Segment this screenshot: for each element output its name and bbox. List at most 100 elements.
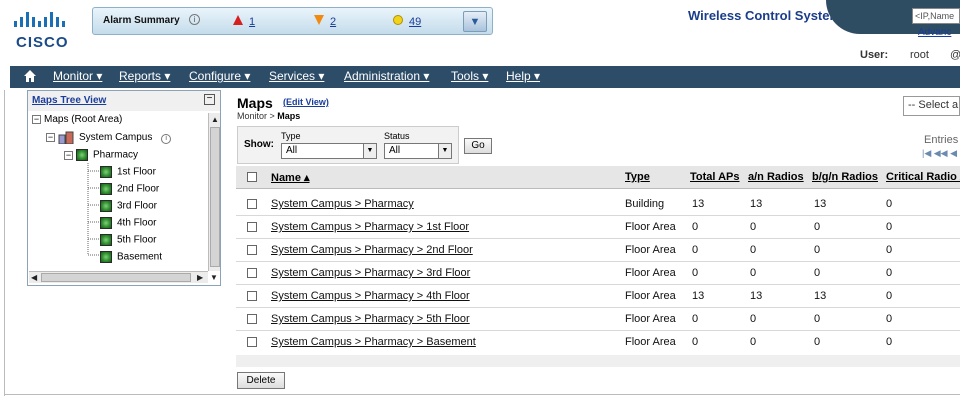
alarm-summary-bar[interactable]: Alarm Summary i 1 2 49 ▼ xyxy=(92,7,493,35)
total-aps: 0 xyxy=(692,244,699,256)
chevron-down-icon[interactable]: ▼ xyxy=(363,144,376,158)
map-name-link[interactable]: System Campus > Pharmacy > 5th Floor xyxy=(271,313,470,325)
table-header-row: Name ▴ Type Total APs a/n Radios b/g/n R… xyxy=(236,166,960,189)
scroll-up-icon[interactable]: ▲ xyxy=(211,115,219,124)
scroll-thumb[interactable] xyxy=(210,127,220,267)
maps-table: Name ▴ Type Total APs a/n Radios b/g/n R… xyxy=(236,166,960,356)
floor-status-icon xyxy=(100,217,112,229)
filter-panel: Show: Type Status All ▼ All ▼ xyxy=(237,126,459,164)
critical-alarm[interactable]: 1 xyxy=(233,15,255,28)
tree-expand-icon[interactable]: − xyxy=(46,133,55,142)
row-checkbox[interactable] xyxy=(247,291,257,301)
type-filter-select[interactable]: All ▼ xyxy=(281,143,377,159)
row-checkbox[interactable] xyxy=(247,268,257,278)
row-checkbox[interactable] xyxy=(247,199,257,209)
tree-node-floor[interactable]: Basement xyxy=(100,251,162,263)
select-all-checkbox[interactable] xyxy=(247,172,257,182)
scroll-left-icon[interactable]: ◀ xyxy=(31,273,37,282)
map-type: Floor Area xyxy=(625,290,676,302)
tree-node-label: 1st Floor xyxy=(117,166,156,178)
row-checkbox[interactable] xyxy=(247,314,257,324)
status-filter-select[interactable]: All ▼ xyxy=(384,143,452,159)
major-alarm-count[interactable]: 2 xyxy=(330,16,336,28)
column-header-critical-radio[interactable]: Critical Radio A xyxy=(886,171,960,183)
column-header-name[interactable]: Name ▴ xyxy=(271,171,310,184)
page-title: Maps xyxy=(237,95,273,111)
column-header-total-aps[interactable]: Total APs xyxy=(690,171,740,183)
scroll-right-icon[interactable]: ▶ xyxy=(197,273,203,282)
tree-node-floor[interactable]: 3rd Floor xyxy=(100,200,157,212)
map-type: Floor Area xyxy=(625,244,676,256)
go-button[interactable]: Go xyxy=(464,138,492,154)
an-radios: 0 xyxy=(750,221,757,233)
delete-button[interactable]: Delete xyxy=(237,372,285,389)
tree-node-root[interactable]: − Maps (Root Area) xyxy=(32,114,122,125)
bgn-radios: 13 xyxy=(814,290,827,302)
column-header-bgn-radios[interactable]: b/g/n Radios xyxy=(812,171,878,183)
floor-status-icon xyxy=(100,251,112,263)
nav-reports[interactable]: Reports ▾ xyxy=(119,69,170,83)
map-name-link[interactable]: System Campus > Pharmacy > 4th Floor xyxy=(271,290,470,302)
tree-node-floor[interactable]: 5th Floor xyxy=(100,234,156,246)
tree-node-label: System Campus xyxy=(79,132,153,144)
nav-monitor[interactable]: Monitor ▾ xyxy=(53,69,102,83)
tree-vertical-scrollbar[interactable]: ▲ xyxy=(208,113,220,271)
column-header-an-radios[interactable]: a/n Radios xyxy=(748,171,804,183)
major-alarm[interactable]: 2 xyxy=(314,15,336,28)
map-name-link[interactable]: System Campus > Pharmacy > 2nd Floor xyxy=(271,244,473,256)
nav-configure[interactable]: Configure ▾ xyxy=(189,69,250,83)
map-action-select[interactable]: -- Select a xyxy=(903,96,960,116)
tree-connector-lines xyxy=(87,163,100,256)
breadcrumb-parent[interactable]: Monitor > xyxy=(237,111,277,121)
tree-expand-icon[interactable]: − xyxy=(32,114,41,124)
info-icon[interactable]: i xyxy=(189,14,200,25)
search-input[interactable]: <IP,Name xyxy=(912,8,960,24)
critical-radios: 0 xyxy=(886,244,893,256)
total-aps: 13 xyxy=(692,198,705,210)
breadcrumb-current: Maps xyxy=(277,111,301,121)
chevron-down-icon[interactable]: ▼ xyxy=(438,144,451,158)
total-aps: 13 xyxy=(692,290,705,302)
an-radios: 0 xyxy=(750,244,757,256)
map-name-link[interactable]: System Campus > Pharmacy xyxy=(271,198,414,210)
pagination-controls[interactable]: |◀ ◀◀ ◀ xyxy=(922,148,957,159)
map-name-link[interactable]: System Campus > Pharmacy > Basement xyxy=(271,336,476,348)
minor-circle-icon xyxy=(393,15,403,25)
map-name-link[interactable]: System Campus > Pharmacy > 1st Floor xyxy=(271,221,469,233)
an-radios: 0 xyxy=(750,313,757,325)
critical-radios: 0 xyxy=(886,290,893,302)
critical-alarm-count[interactable]: 1 xyxy=(249,16,255,28)
nav-services[interactable]: Services ▾ xyxy=(269,69,324,83)
tree-expand-icon[interactable]: − xyxy=(64,150,73,160)
nav-administration[interactable]: Administration ▾ xyxy=(344,69,429,83)
nav-help[interactable]: Help ▾ xyxy=(506,69,540,83)
advanced-search-link[interactable]: Advanc xyxy=(918,27,951,38)
table-footer-band xyxy=(236,355,960,367)
alarm-dropdown-button[interactable]: ▼ xyxy=(463,11,487,32)
scroll-thumb[interactable] xyxy=(41,273,191,282)
row-checkbox[interactable] xyxy=(247,222,257,232)
minor-alarm[interactable]: 49 xyxy=(393,15,421,28)
tree-title[interactable]: Maps Tree View xyxy=(32,95,106,106)
row-checkbox[interactable] xyxy=(247,245,257,255)
row-checkbox[interactable] xyxy=(247,337,257,347)
edit-view-link[interactable]: (Edit View) xyxy=(283,97,329,107)
table-row: System Campus > Pharmacy > 2nd Floor Flo… xyxy=(236,239,960,262)
map-name-link[interactable]: System Campus > Pharmacy > 3rd Floor xyxy=(271,267,470,279)
tree-node-floor[interactable]: 1st Floor xyxy=(100,166,156,178)
minor-alarm-count[interactable]: 49 xyxy=(409,16,421,28)
floor-status-icon xyxy=(100,166,112,178)
scroll-down-icon[interactable]: ▼ xyxy=(210,273,218,282)
tree-node-floor[interactable]: 2nd Floor xyxy=(100,183,159,195)
user-menu-icon[interactable]: @ xyxy=(950,49,960,61)
nav-tools[interactable]: Tools ▾ xyxy=(451,69,488,83)
tree-node-building[interactable]: − Pharmacy xyxy=(64,149,138,161)
tree-horizontal-scrollbar[interactable]: ◀ ▶ xyxy=(29,271,208,283)
column-header-type[interactable]: Type xyxy=(625,171,650,183)
home-icon[interactable] xyxy=(24,70,36,82)
total-aps: 0 xyxy=(692,221,699,233)
collapse-icon[interactable]: − xyxy=(204,94,215,105)
tree-node-floor[interactable]: 4th Floor xyxy=(100,217,156,229)
status-filter-label: Status xyxy=(384,131,410,141)
tree-node-campus[interactable]: − System Campus i xyxy=(46,131,172,145)
